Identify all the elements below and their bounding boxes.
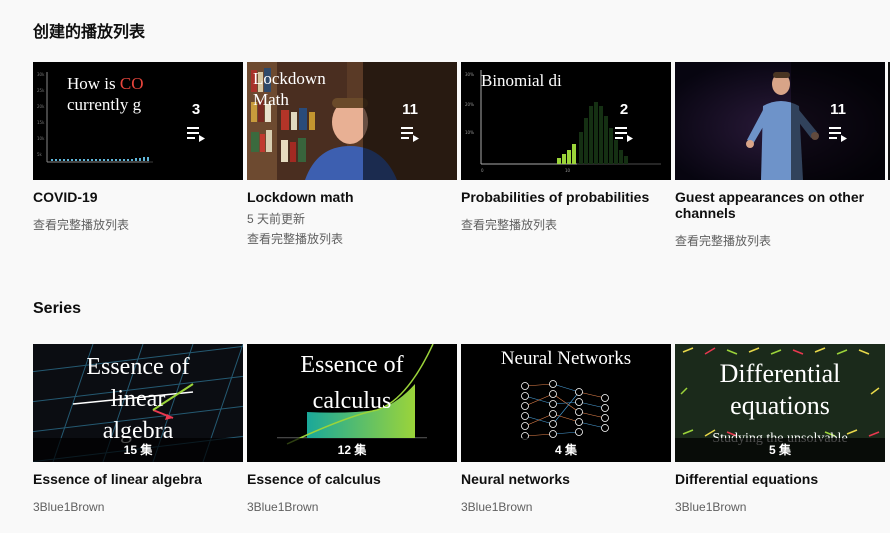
- thumb-text-covid-2: currently g: [67, 95, 142, 114]
- svg-text:15k: 15k: [37, 120, 45, 125]
- series-card-linear-algebra: Essence of linear algebra 15 集 Essence o…: [33, 344, 243, 515]
- playlist-overlay-covid: 3: [149, 62, 243, 180]
- series-title[interactable]: Essence of linear algebra: [33, 471, 243, 487]
- playlist-card-guest-appearances: 11 Guest appearances on other channels 查…: [675, 62, 885, 249]
- svg-text:20k: 20k: [37, 104, 45, 109]
- playlist-thumbnail-lockdown-math[interactable]: Lockdown Math 11: [247, 62, 457, 180]
- series-thumbnail-calculus[interactable]: Essence of calculus 12 集: [247, 344, 457, 462]
- svg-text:20%: 20%: [465, 102, 474, 107]
- playlist-thumbnail-probabilities[interactable]: 30% 20% 10% 0 10 Binomial di 2: [461, 62, 671, 180]
- series-thumbnail-differential-equations[interactable]: Differential equations Studying the unso…: [675, 344, 885, 462]
- series-channel-name[interactable]: 3Blue1Brown: [675, 499, 885, 515]
- view-full-playlist-link[interactable]: 查看完整播放列表: [675, 233, 885, 249]
- thumb-text-la-2: linear: [111, 386, 166, 412]
- series-channel-name[interactable]: 3Blue1Brown: [33, 499, 243, 515]
- svg-text:How is CO: How is CO: [67, 74, 144, 93]
- thumb-text-nn: Neural Networks: [501, 348, 631, 369]
- playlist-overlay-probabilities: 2: [577, 62, 671, 180]
- playlist-overlay-guest-appearances: 11: [791, 62, 885, 180]
- playlist-card-covid: 30k 25k 20k 15k 10k 5k How is CO current…: [33, 62, 243, 233]
- playlist-video-count: 11: [402, 100, 418, 118]
- view-full-playlist-link[interactable]: 查看完整播放列表: [247, 231, 457, 247]
- playlist-overlay-lockdown-math: 11: [363, 62, 457, 180]
- thumb-text-lockdown-1: Lockdown: [253, 69, 326, 88]
- playlist-card-lockdown-math: Lockdown Math 11 Lockdown math 5 天前更新 查看…: [247, 62, 457, 247]
- thumb-text-covid-1b: CO: [120, 74, 144, 93]
- playlist-video-count: 3: [191, 100, 201, 118]
- svg-text:10%: 10%: [465, 130, 474, 135]
- thumb-text-lockdown-2: Math: [253, 90, 289, 109]
- thumb-text-de-2: equations: [730, 391, 830, 420]
- series-title[interactable]: Neural networks: [461, 471, 671, 487]
- playlists-row: 30k 25k 20k 15k 10k 5k How is CO current…: [33, 62, 890, 262]
- series-episode-count: 12 集: [247, 438, 457, 462]
- series-card-differential-equations: Differential equations Studying the unso…: [675, 344, 885, 515]
- playlist-title[interactable]: Probabilities of probabilities: [461, 189, 671, 205]
- playlist-thumbnail-guest-appearances[interactable]: 11: [675, 62, 885, 180]
- svg-text:25k: 25k: [37, 88, 45, 93]
- playlist-title[interactable]: COVID-19: [33, 189, 243, 205]
- series-episode-count: 15 集: [33, 438, 243, 462]
- series-card-neural-networks: Neural Networks 4 集 Neural networks 3Blu…: [461, 344, 671, 515]
- svg-text:10: 10: [565, 168, 571, 173]
- thumb-text-covid-1a: How is: [67, 74, 120, 93]
- series-channel-name[interactable]: 3Blue1Brown: [461, 499, 671, 515]
- series-title[interactable]: Differential equations: [675, 471, 885, 487]
- svg-text:30%: 30%: [465, 72, 474, 77]
- svg-text:30k: 30k: [37, 72, 45, 77]
- playlist-updated-meta: 5 天前更新: [247, 212, 306, 226]
- thumb-text-la-1: Essence of: [86, 354, 189, 380]
- playlist-title[interactable]: Guest appearances on other channels: [675, 189, 885, 221]
- playlist-icon: [187, 126, 205, 142]
- playlist-thumbnail-covid[interactable]: 30k 25k 20k 15k 10k 5k How is CO current…: [33, 62, 243, 180]
- channel-playlists-page: 创建的播放列表 30k 25k 20k 15k 10k 5k How is CO…: [0, 0, 890, 533]
- playlist-icon: [829, 126, 847, 142]
- playlist-icon: [401, 126, 419, 142]
- playlist-video-count: 2: [619, 100, 629, 118]
- series-row: Essence of linear algebra 15 集 Essence o…: [33, 344, 890, 533]
- series-channel-name[interactable]: 3Blue1Brown: [247, 499, 457, 515]
- series-episode-count: 4 集: [461, 438, 671, 462]
- series-thumbnail-linear-algebra[interactable]: Essence of linear algebra 15 集: [33, 344, 243, 462]
- section-title-created-playlists: 创建的播放列表: [33, 24, 146, 41]
- svg-text:5k: 5k: [37, 152, 43, 157]
- playlist-icon: [615, 126, 633, 142]
- svg-text:10k: 10k: [37, 136, 45, 141]
- thumb-text-de-1: Differential: [720, 359, 841, 388]
- series-title[interactable]: Essence of calculus: [247, 471, 457, 487]
- series-episode-count: 5 集: [675, 438, 885, 462]
- playlist-title[interactable]: Lockdown math: [247, 189, 457, 205]
- thumb-text-binomial: Binomial di: [481, 71, 562, 90]
- thumb-text-calc-1: Essence of: [300, 352, 403, 378]
- series-card-calculus: Essence of calculus 12 集 Essence of calc…: [247, 344, 457, 515]
- series-thumbnail-neural-networks[interactable]: Neural Networks 4 集: [461, 344, 671, 462]
- thumb-text-calc-2: calculus: [313, 388, 392, 414]
- playlist-card-probabilities: 30% 20% 10% 0 10 Binomial di 2 Probabili…: [461, 62, 671, 233]
- view-full-playlist-link[interactable]: 查看完整播放列表: [33, 217, 243, 233]
- section-title-series: Series: [33, 300, 82, 317]
- playlist-video-count: 11: [830, 100, 846, 118]
- view-full-playlist-link[interactable]: 查看完整播放列表: [461, 217, 671, 233]
